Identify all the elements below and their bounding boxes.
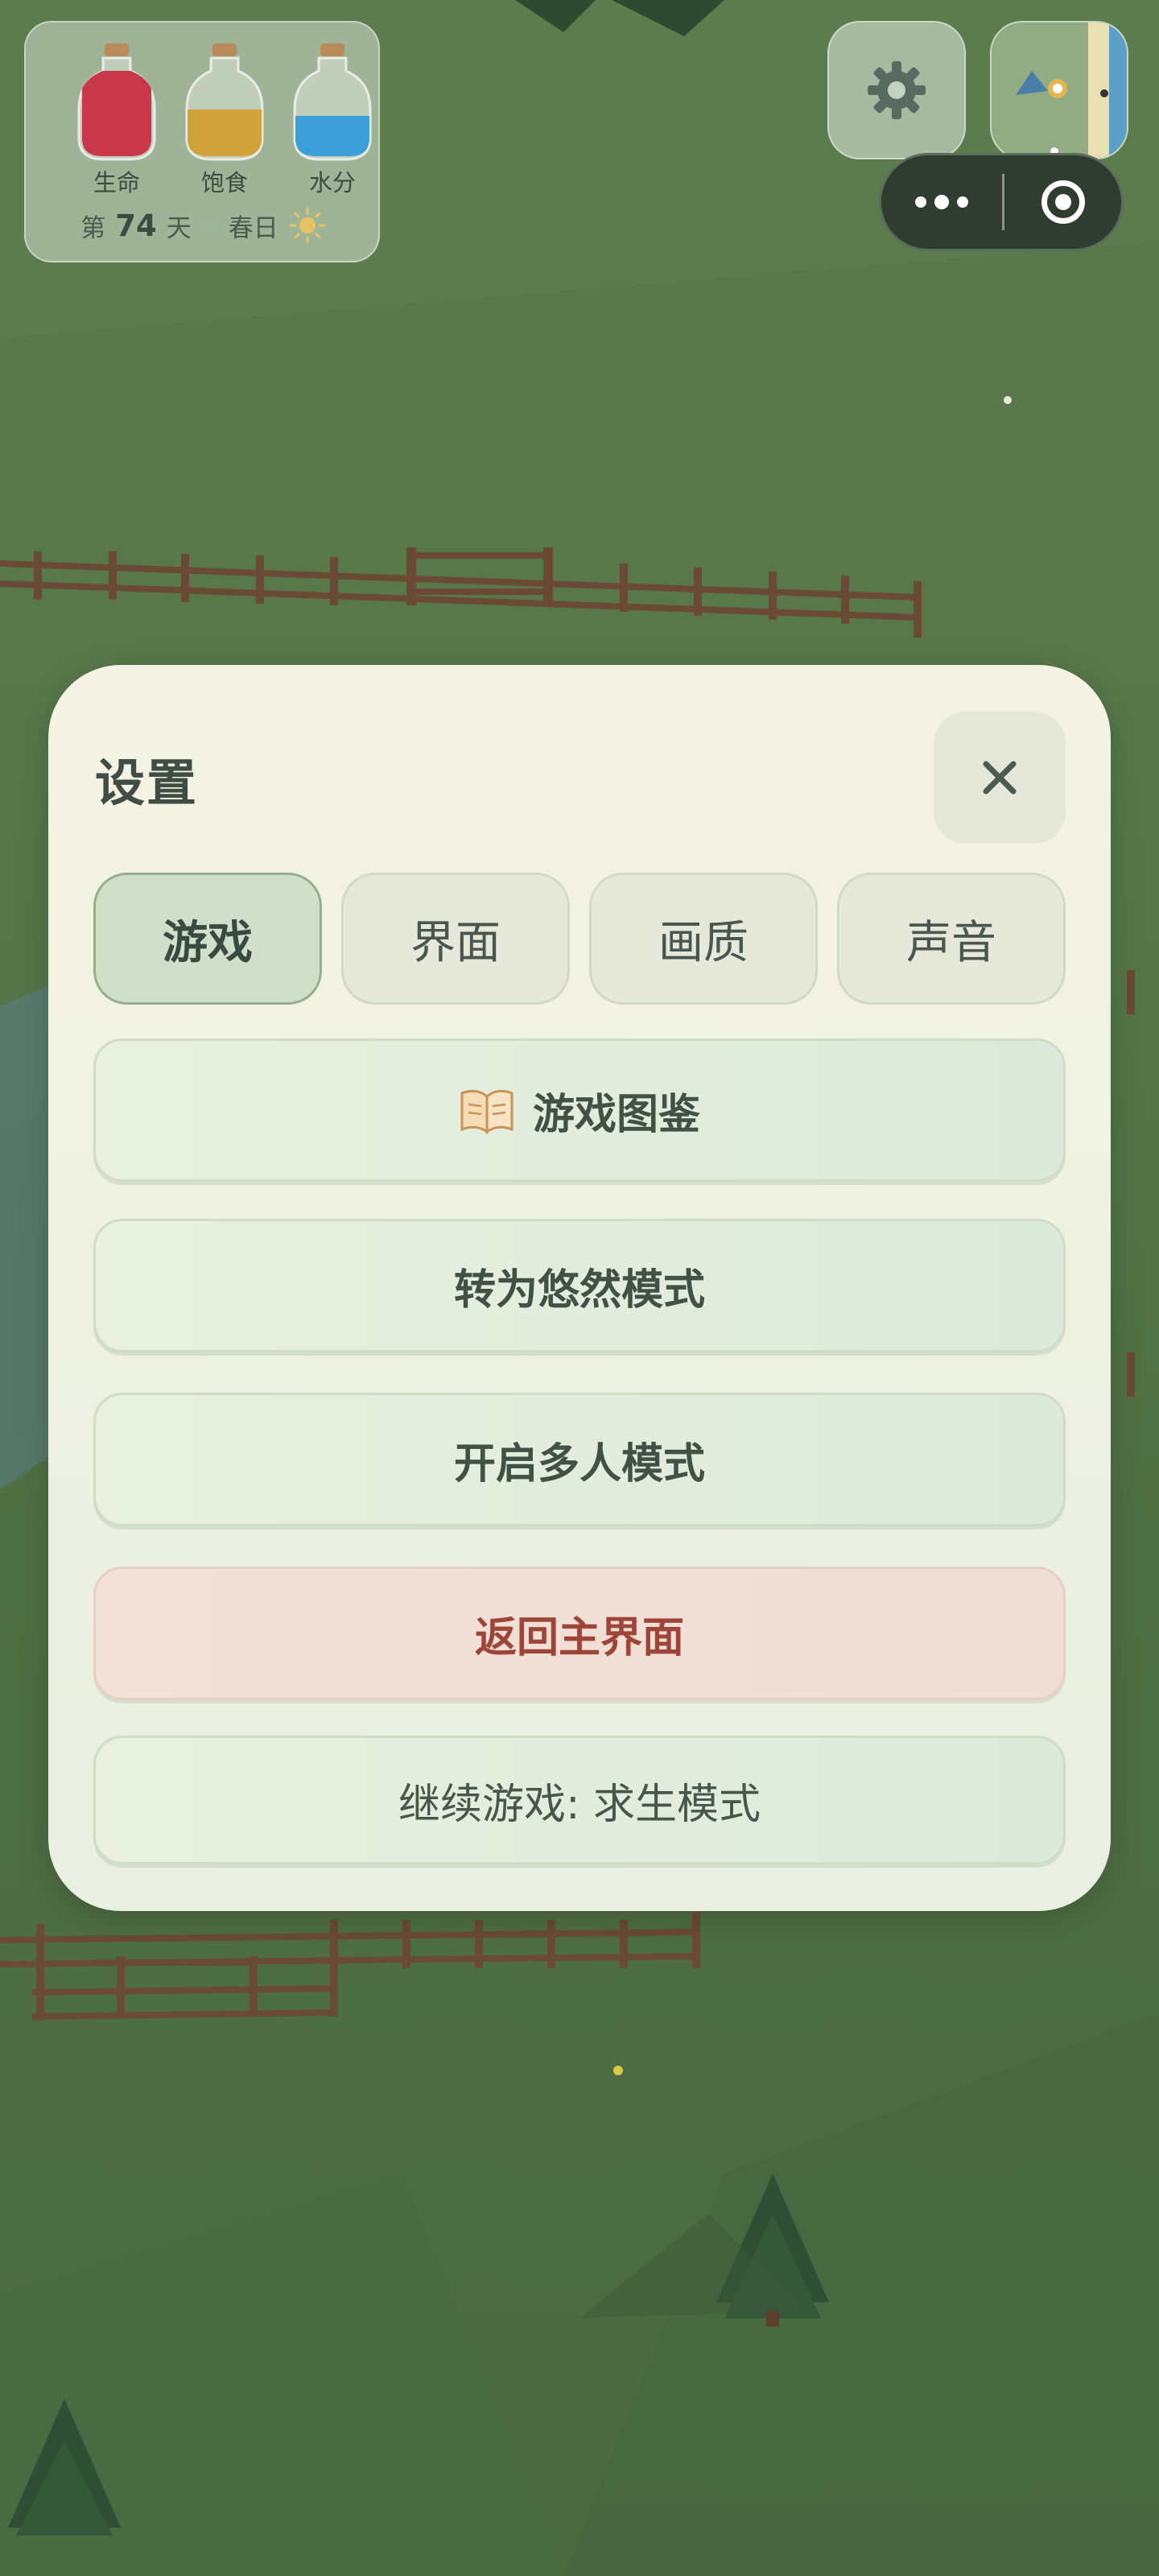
more-button[interactable] (881, 155, 1002, 249)
hunger-bottle-icon (185, 43, 264, 161)
tab-game[interactable]: 游戏 (93, 873, 322, 1005)
settings-dialog: 设置 游戏 界面 画质 声音 游戏图鉴 转为悠然模式 开启多人模式 返回主界面 … (48, 665, 1111, 1911)
more-dots-icon (915, 196, 926, 208)
sun-icon (289, 207, 326, 244)
hunger-bottle (180, 42, 269, 166)
tab-graphics[interactable]: 画质 (589, 873, 818, 1005)
day-counter: 第 74 天 春日 (26, 206, 382, 245)
season-dot-icon (200, 217, 219, 234)
water-bottle-icon (293, 43, 372, 161)
leisure-mode-button[interactable]: 转为悠然模式 (93, 1219, 1066, 1352)
close-button[interactable] (934, 712, 1066, 844)
season-label: 春日 (228, 213, 278, 243)
mini-program-capsule (879, 153, 1124, 251)
target-circle-icon (1041, 180, 1085, 224)
status-panel: 生命 饱食 水分 第 74 天 春日 (24, 21, 380, 262)
water-bottle (288, 42, 377, 166)
main-menu-button[interactable]: 返回主界面 (93, 1567, 1066, 1700)
day-number: 74 (115, 208, 157, 243)
day-prefix: 第 (80, 213, 106, 243)
minimap-icon (992, 23, 1127, 158)
gear-icon (868, 61, 926, 119)
book-icon (460, 1089, 514, 1135)
day-suffix: 天 (166, 213, 192, 243)
exit-button[interactable] (1004, 155, 1121, 249)
water-label: 水分 (308, 169, 356, 196)
health-bottle (72, 42, 161, 166)
dialog-title: 设置 (95, 753, 199, 812)
multiplayer-button[interactable]: 开启多人模式 (93, 1393, 1066, 1526)
hunger-label: 饱食 (200, 169, 248, 196)
encyclopedia-label: 游戏图鉴 (532, 1090, 700, 1139)
settings-button[interactable] (827, 21, 966, 159)
encyclopedia-button[interactable]: 游戏图鉴 (93, 1038, 1066, 1182)
close-icon (983, 761, 1017, 795)
minimap[interactable] (990, 21, 1128, 159)
health-label: 生命 (93, 169, 140, 196)
health-bottle-icon (77, 43, 156, 161)
settings-tabs: 游戏 界面 画质 声音 (93, 873, 1066, 1005)
tab-sound[interactable]: 声音 (837, 873, 1066, 1005)
continue-game-button[interactable]: 继续游戏: 求生模式 (93, 1736, 1066, 1864)
tab-interface[interactable]: 界面 (341, 873, 570, 1005)
